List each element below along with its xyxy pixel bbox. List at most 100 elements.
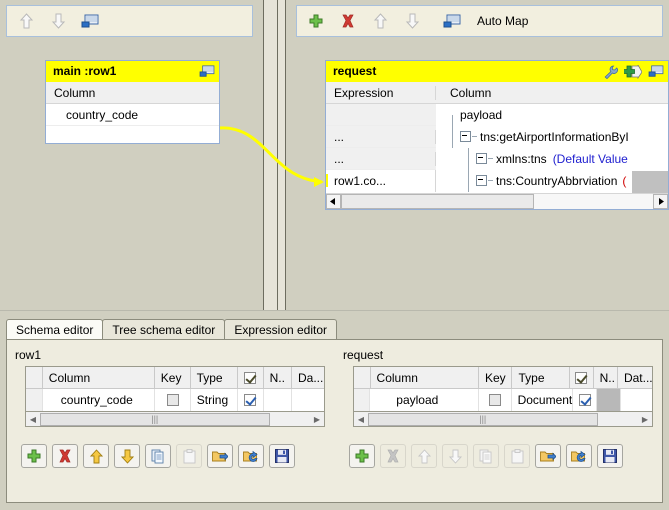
delete-column-button <box>380 444 406 468</box>
key-cell[interactable] <box>479 389 512 411</box>
tab-expression-editor[interactable]: Expression editor <box>224 319 338 340</box>
map-area: Auto Map main :row1 Column country_code … <box>0 0 669 310</box>
auto-map-label[interactable]: Auto Map <box>477 14 528 28</box>
minimize-table-icon[interactable] <box>648 65 664 78</box>
column-header[interactable]: Column <box>371 367 479 389</box>
minimize-table-icon[interactable] <box>81 12 99 30</box>
horizontal-scrollbar[interactable] <box>326 193 668 209</box>
source-table-main-row1[interactable]: main :row1 Column country_code <box>45 60 220 144</box>
left-schema-table[interactable]: Column Key Type N.. Da... country_code S… <box>25 366 325 412</box>
tab-tree-schema-editor[interactable]: Tree schema editor <box>102 319 226 340</box>
save-schema-button[interactable] <box>597 444 623 468</box>
n-cell[interactable] <box>264 389 293 411</box>
tab-schema-editor[interactable]: Schema editor <box>6 319 104 340</box>
table-row[interactable] <box>46 126 219 148</box>
right-schema-hscroll[interactable]: ◀ ||| ▶ <box>353 412 653 427</box>
move-down-icon[interactable] <box>49 12 67 30</box>
add-node-icon[interactable] <box>624 64 642 79</box>
left-toolbar <box>6 5 253 37</box>
scroll-right-button[interactable]: ▶ <box>310 415 324 424</box>
n-cell[interactable] <box>596 389 621 411</box>
delete-column-button[interactable] <box>52 444 78 468</box>
date-header[interactable]: Dat... <box>618 367 653 389</box>
tree-expander-icon[interactable] <box>460 131 471 142</box>
date-cell[interactable] <box>292 389 324 411</box>
delete-icon[interactable] <box>339 12 357 30</box>
move-down-icon[interactable] <box>403 12 421 30</box>
scrollbar-thumb[interactable]: ||| <box>40 412 270 426</box>
import-schema-button[interactable] <box>207 444 233 468</box>
nullable-check-header[interactable] <box>570 367 594 389</box>
type-cell[interactable]: String <box>191 389 238 411</box>
type-header[interactable]: Type <box>191 367 238 389</box>
n-header[interactable]: N.. <box>594 367 618 389</box>
column-cell: payload <box>436 103 668 126</box>
key-checkbox[interactable] <box>488 394 501 406</box>
minimize-table-icon[interactable] <box>199 65 215 78</box>
key-checkbox[interactable] <box>166 394 179 406</box>
move-up-icon[interactable] <box>17 12 35 30</box>
add-column-button[interactable] <box>349 444 375 468</box>
right-toolbar: Auto Map <box>296 5 663 37</box>
table-row[interactable]: payload Document <box>354 389 652 411</box>
date-header[interactable]: Da... <box>292 367 324 389</box>
scroll-right-button[interactable]: ▶ <box>638 415 652 424</box>
key-header[interactable]: Key <box>155 367 191 389</box>
scrollbar-thumb[interactable] <box>341 194 535 209</box>
column-column-header: Column <box>450 85 492 100</box>
scroll-right-button[interactable] <box>653 194 668 209</box>
header-checkbox-icon[interactable] <box>575 372 588 384</box>
import-schema-button[interactable] <box>535 444 561 468</box>
column-cell[interactable]: country_code <box>43 389 156 411</box>
nullable-cell[interactable] <box>238 389 264 411</box>
export-schema-button[interactable] <box>238 444 264 468</box>
key-header[interactable]: Key <box>479 367 513 389</box>
move-up-icon[interactable] <box>371 12 389 30</box>
save-schema-button[interactable] <box>269 444 295 468</box>
nullable-checkbox[interactable] <box>244 394 257 406</box>
right-schema-toolbar <box>349 444 623 468</box>
table-row[interactable]: ... xmlns:tns (Default Value <box>326 147 668 170</box>
table-row[interactable]: country_code String <box>26 389 324 411</box>
date-cell[interactable] <box>621 389 652 411</box>
header-checkbox-icon[interactable] <box>244 372 257 384</box>
scroll-left-button[interactable]: ◀ <box>354 415 368 424</box>
table-row[interactable]: payload <box>326 103 668 126</box>
nullable-cell[interactable] <box>573 389 597 411</box>
scroll-left-button[interactable]: ◀ <box>26 415 40 424</box>
row-marker <box>26 389 43 411</box>
table-row[interactable]: ... tns:getAirportInformationByI <box>326 125 668 148</box>
n-header[interactable]: N.. <box>264 367 292 389</box>
tree-expander-icon[interactable] <box>476 175 487 186</box>
scrollbar-track[interactable] <box>341 194 653 209</box>
table-row[interactable]: row1.co... tns:CountryAbbrviation ( <box>326 169 668 192</box>
export-schema-button[interactable] <box>566 444 592 468</box>
nullable-checkbox[interactable] <box>578 394 591 406</box>
type-header[interactable]: Type <box>512 367 570 389</box>
tree-expander-icon[interactable] <box>476 153 487 164</box>
right-schema-table[interactable]: Column Key Type N.. Dat... payload Docum… <box>353 366 653 412</box>
left-schema-hscroll[interactable]: ◀ ||| ▶ <box>25 412 325 427</box>
minimize-table-icon[interactable] <box>443 12 461 30</box>
scrollbar-thumb[interactable]: ||| <box>368 412 598 426</box>
target-table-request[interactable]: request Expression Column payload ... tn… <box>325 60 669 210</box>
column-cell-label: tns:getAirportInformationByI <box>480 129 629 144</box>
move-up-button[interactable] <box>83 444 109 468</box>
add-column-button[interactable] <box>21 444 47 468</box>
key-cell[interactable] <box>155 389 191 411</box>
column-cell[interactable]: payload <box>370 389 480 411</box>
panel-sash[interactable] <box>259 0 290 310</box>
move-down-button[interactable] <box>114 444 140 468</box>
scroll-left-button[interactable] <box>326 194 341 209</box>
bottom-panel: Schema editor Tree schema editor Express… <box>0 310 669 510</box>
column-cell-label: xmlns:tns <box>496 151 547 166</box>
table-row[interactable]: country_code <box>46 104 219 126</box>
type-cell[interactable]: Document <box>512 389 574 411</box>
left-schema-toolbar <box>21 444 295 468</box>
row-marker-header <box>26 367 43 389</box>
add-icon[interactable] <box>307 12 325 30</box>
wrench-icon[interactable] <box>603 65 618 79</box>
nullable-check-header[interactable] <box>238 367 264 389</box>
copy-button[interactable] <box>145 444 171 468</box>
column-header[interactable]: Column <box>43 367 155 389</box>
